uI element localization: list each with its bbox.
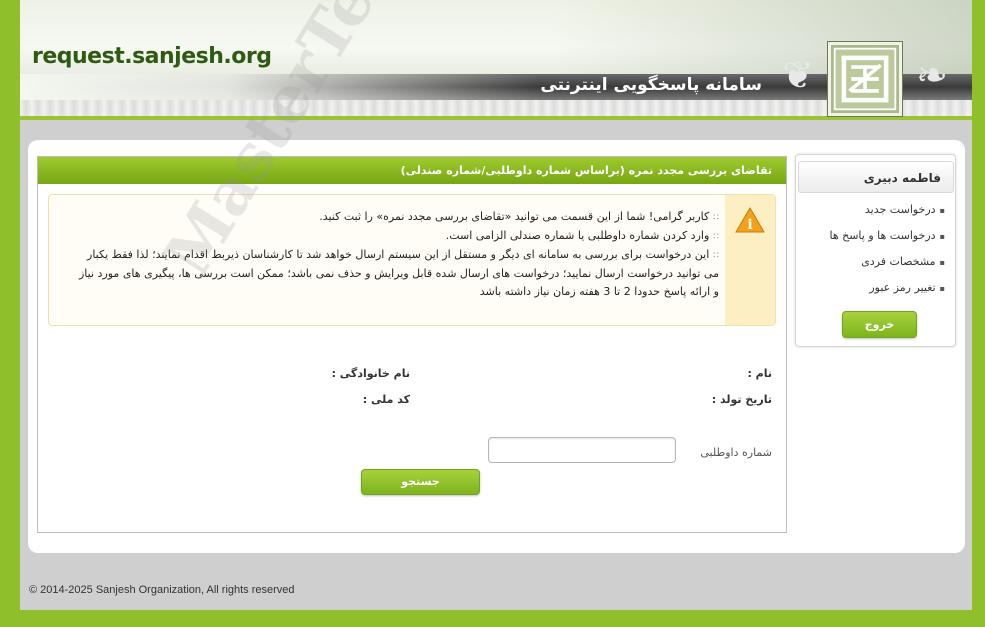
national-code-label: کد ملی : xyxy=(362,393,410,406)
notice-box: i کاربر گرامی! شما از این قسمت می توانید… xyxy=(48,194,776,326)
header-band-fade xyxy=(20,74,540,100)
site-header: request.sanjesh.org سامانه پاسخگویی اینت… xyxy=(20,0,972,120)
ornament-right-icon: ❧ xyxy=(916,53,948,97)
logout-button[interactable]: خروج xyxy=(842,311,917,338)
search-button[interactable]: جستجو xyxy=(361,469,480,495)
sidebar-item-new-request[interactable]: درخواست جدید xyxy=(829,203,945,229)
ornament-left-icon: ❦ xyxy=(782,53,814,97)
header-green-line xyxy=(20,116,972,120)
name-label: نام : xyxy=(747,367,772,380)
warning-icon: i xyxy=(735,207,765,233)
family-label: نام خانوادگی : xyxy=(331,367,410,380)
notice-item: کاربر گرامی! شما از این قسمت می توانید «… xyxy=(71,208,719,227)
birth-date-label: تاریخ تولد : xyxy=(711,393,772,406)
content-card: فاطمه دبیری درخواست جدید درخواست ها و پا… xyxy=(28,140,965,553)
sidebar-item-requests-responses[interactable]: درخواست ها و پاسخ ها xyxy=(829,229,945,255)
notice-item: این درخواست برای بررسی به سامانه ای دیگر… xyxy=(71,246,719,301)
sanjesh-logo xyxy=(828,42,902,116)
candidate-number-input[interactable] xyxy=(488,437,676,463)
system-title: سامانه پاسخگویی اینترنتی xyxy=(540,75,762,95)
sidebar: فاطمه دبیری درخواست جدید درخواست ها و پا… xyxy=(795,154,956,347)
sidebar-item-change-password[interactable]: تغییر رمز عبور xyxy=(829,281,945,307)
notice-list: کاربر گرامی! شما از این قسمت می توانید «… xyxy=(71,208,719,301)
user-name: فاطمه دبیری xyxy=(863,171,941,185)
page-body: request.sanjesh.org سامانه پاسخگویی اینت… xyxy=(20,0,972,610)
logo-emblem-icon xyxy=(833,47,897,111)
sidebar-item-profile[interactable]: مشخصات فردی xyxy=(829,255,945,281)
notice-icon-column: i xyxy=(725,195,775,325)
footer-copyright: © 2014-2025 Sanjesh Organization, All ri… xyxy=(29,584,295,596)
request-panel: تقاضای بررسی مجدد نمره (براساس شماره داو… xyxy=(37,156,787,533)
panel-title: تقاضای بررسی مجدد نمره (براساس شماره داو… xyxy=(38,157,786,184)
candidate-number-label: شماره داوطلبی xyxy=(700,446,772,459)
site-name[interactable]: request.sanjesh.org xyxy=(32,44,272,69)
notice-item: وارد کردن شماره داوطلبی یا شماره صندلی ا… xyxy=(71,227,719,246)
sidebar-menu: درخواست جدید درخواست ها و پاسخ ها مشخصات… xyxy=(829,203,945,307)
bottom-bar xyxy=(0,610,985,627)
svg-text:i: i xyxy=(747,217,752,233)
